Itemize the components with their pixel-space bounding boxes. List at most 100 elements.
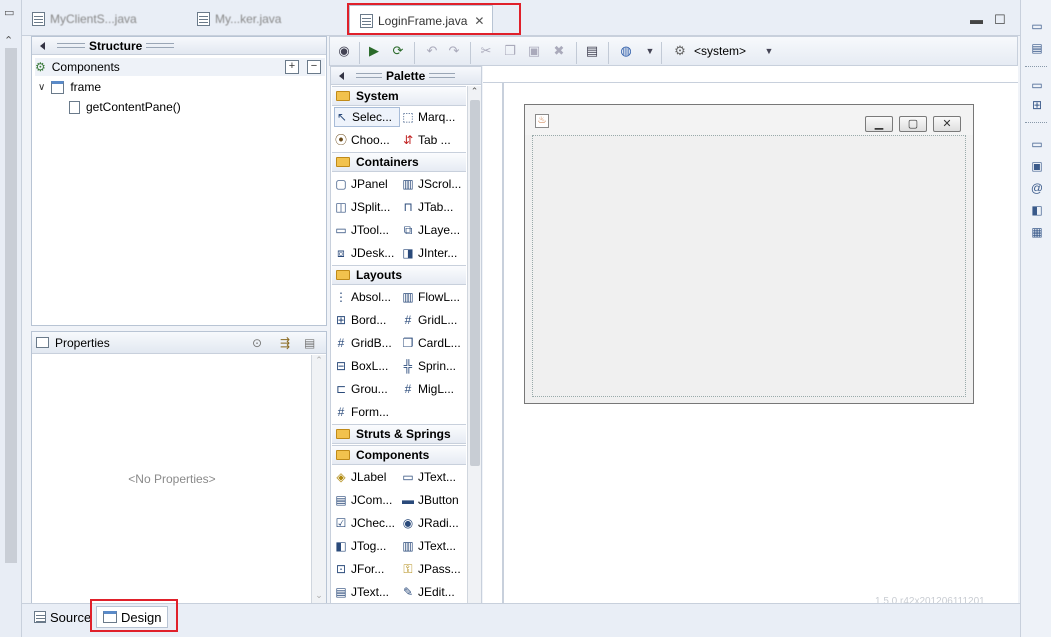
palette-item[interactable]: ▥ FlowL... xyxy=(401,287,467,307)
outline-icon[interactable]: ▤ xyxy=(1030,41,1044,55)
restore-icon[interactable]: ▭ xyxy=(1030,78,1044,92)
restore-icon[interactable]: ▭ xyxy=(4,6,14,19)
palette-category-system[interactable]: System xyxy=(332,86,466,106)
show-advanced-icon[interactable]: ⊙ xyxy=(252,336,262,350)
scroll-up-icon[interactable]: ⌃ xyxy=(468,86,481,97)
tab-source[interactable]: Source xyxy=(34,606,91,628)
palette-item[interactable]: ◫ JSplit... xyxy=(334,197,400,217)
palette-item[interactable]: ⊞ Bord... xyxy=(334,310,400,330)
palette-item[interactable]: ▥ JText... xyxy=(401,536,467,556)
palette-item[interactable]: ▢ JPanel xyxy=(334,174,400,194)
scroll-down-icon[interactable]: ⌄ xyxy=(312,590,326,601)
collapse-icon[interactable] xyxy=(339,71,344,80)
minimize-icon[interactable]: ▬ xyxy=(970,12,983,27)
palette-item[interactable]: ⊡ JFor... xyxy=(334,559,400,579)
palette-category-containers[interactable]: Containers xyxy=(332,152,466,172)
restore-icon[interactable]: ▭ xyxy=(1030,137,1044,151)
declaration-icon[interactable]: ◧ xyxy=(1030,203,1044,217)
frame-close-button[interactable]: ✕ xyxy=(933,116,961,132)
palette-item[interactable]: ⋮ Absol... xyxy=(334,287,400,307)
toggle-source-icon[interactable]: ▶ xyxy=(366,43,382,59)
palette-scrollbar[interactable]: ⌃ xyxy=(467,86,481,604)
restore-icon[interactable]: ▭ xyxy=(1030,19,1044,33)
test-gui-icon[interactable]: ◉ xyxy=(336,43,352,59)
palette-item[interactable]: ⚿ JPass... xyxy=(401,559,467,579)
palette-item[interactable]: ✎ JEdit... xyxy=(401,582,467,602)
maximize-icon[interactable]: ☐ xyxy=(994,12,1006,28)
delete-icon[interactable]: ✖ xyxy=(551,43,567,59)
expand-all-icon[interactable]: + xyxy=(285,60,299,74)
palette-item[interactable]: ⧈ JDesk... xyxy=(334,243,400,263)
palette-item[interactable]: ◨ JInter... xyxy=(401,243,467,263)
palette-item-selection[interactable]: ↖ Selec... xyxy=(334,107,400,127)
chevron-down-icon[interactable]: ▼ xyxy=(642,43,658,59)
item-label: JEdit... xyxy=(418,585,455,599)
events-icon[interactable]: ▤ xyxy=(304,336,315,350)
content-pane[interactable] xyxy=(532,135,966,397)
refresh-icon[interactable]: ⟳ xyxy=(390,43,406,59)
palette-item-marquee[interactable]: ⬚ Marq... xyxy=(401,107,467,127)
javadoc-icon[interactable]: @ xyxy=(1030,181,1044,195)
globe-icon[interactable]: ◍ xyxy=(618,43,634,59)
chevron-up-icon[interactable]: ⌃ xyxy=(4,34,13,47)
palette-item[interactable]: ▤ JCom... xyxy=(334,490,400,510)
frame-titlebar[interactable]: ♨ ▁ ▢ ✕ xyxy=(525,105,973,135)
marquee-icon: ⬚ xyxy=(402,110,414,124)
properties-scrollbar[interactable]: ⌃ ⌄ xyxy=(311,355,326,603)
frame-minimize-button[interactable]: ▁ xyxy=(865,116,893,132)
palette-item[interactable]: ▭ JText... xyxy=(401,467,467,487)
palette-category-layouts[interactable]: Layouts xyxy=(332,265,466,285)
palette-item[interactable]: ⊏ Grou... xyxy=(334,379,400,399)
look-and-feel-icon[interactable]: ⚙ xyxy=(672,43,688,59)
item-label: GridB... xyxy=(351,336,392,350)
tab-myclient[interactable]: MyClientS...java xyxy=(32,8,137,30)
tree-item-contentpane[interactable]: getContentPane() xyxy=(69,100,181,114)
palette-item[interactable]: ⧉ JLaye... xyxy=(401,220,467,240)
tab-worker[interactable]: My...ker.java xyxy=(197,8,281,30)
palette-item-taborder[interactable]: ⇵ Tab ... xyxy=(401,130,467,150)
frame-maximize-button[interactable]: ▢ xyxy=(899,116,927,132)
problems-icon[interactable]: ▣ xyxy=(1030,159,1044,173)
item-label: JTool... xyxy=(351,223,390,237)
jframe-preview[interactable]: ♨ ▁ ▢ ✕ xyxy=(524,104,974,404)
palette-item[interactable]: ▬ JButton xyxy=(401,490,467,510)
goto-definition-icon[interactable]: ⇶ xyxy=(280,336,290,350)
chevron-down-icon[interactable]: ∨ xyxy=(38,82,45,93)
cut-icon[interactable]: ✂ xyxy=(478,43,494,59)
chevron-down-icon[interactable]: ▼ xyxy=(761,43,777,59)
console-icon[interactable]: ▦ xyxy=(1030,225,1044,239)
palette-item[interactable]: # Form... xyxy=(334,402,400,422)
paste-icon[interactable]: ▣ xyxy=(526,43,542,59)
scroll-up-icon[interactable]: ⌃ xyxy=(312,355,326,366)
collapse-all-icon[interactable]: − xyxy=(307,60,321,74)
palette-item-choose[interactable]: ⦿ Choo... xyxy=(334,130,400,150)
palette-item[interactable]: # GridB... xyxy=(334,333,400,353)
palette-item[interactable]: ▭ JTool... xyxy=(334,220,400,240)
palette-item[interactable]: ⊓ JTab... xyxy=(401,197,467,217)
palette-category-components[interactable]: Components xyxy=(332,445,466,465)
palette-item[interactable]: ▤ JText... xyxy=(334,582,400,602)
tree-item-frame[interactable]: ∨ frame xyxy=(38,80,101,94)
palette-item[interactable]: ◈ JLabel xyxy=(334,467,400,487)
system-dropdown[interactable]: <system> xyxy=(694,44,746,58)
palette-item[interactable]: ╬ Sprin... xyxy=(401,356,467,376)
palette-item[interactable]: # GridL... xyxy=(401,310,467,330)
palette-item[interactable]: ◉ JRadi... xyxy=(401,513,467,533)
undo-icon[interactable]: ↶ xyxy=(424,43,440,59)
left-scrollbar[interactable] xyxy=(5,48,17,563)
copy-icon[interactable]: ❐ xyxy=(502,43,518,59)
item-label: Bord... xyxy=(351,313,387,327)
palette-item[interactable]: ❐ CardL... xyxy=(401,333,467,353)
palette-item[interactable]: ◧ JTog... xyxy=(334,536,400,556)
item-label: JTog... xyxy=(351,539,387,553)
palette-item[interactable]: ⊟ BoxL... xyxy=(334,356,400,376)
palette-category-struts[interactable]: Struts & Springs xyxy=(332,424,466,444)
redo-icon[interactable]: ↷ xyxy=(446,43,462,59)
palette-item[interactable]: ☑ JChec... xyxy=(334,513,400,533)
palette-item[interactable]: ▥ JScrol... xyxy=(401,174,467,194)
scroll-thumb[interactable] xyxy=(470,100,480,466)
hierarchy-icon[interactable]: ⊞ xyxy=(1030,98,1044,112)
palette-item[interactable]: # MigL... xyxy=(401,379,467,399)
collapse-icon[interactable] xyxy=(40,41,45,50)
layout-icon[interactable]: ▤ xyxy=(584,43,600,59)
